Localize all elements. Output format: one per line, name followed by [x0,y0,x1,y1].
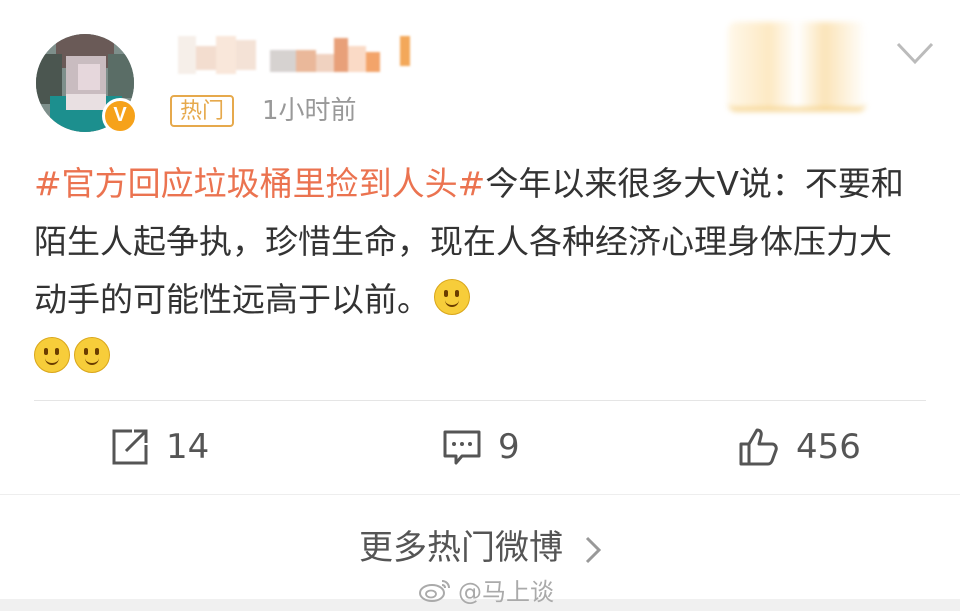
comment-button[interactable]: 9 [442,424,520,470]
comment-icon [443,430,481,465]
topic-link[interactable]: #官方回应垃圾桶里捡到人头# [34,164,485,203]
smile-emoji-icon [34,337,70,373]
like-count: 456 [796,427,861,467]
divider [34,400,926,401]
watermark: @马上谈 [418,572,554,607]
repost-icon [112,429,148,465]
watermark-text: @马上谈 [458,578,554,606]
post-text: #官方回应垃圾桶里捡到人头#今年以来很多大V说：不要和陌生人起争执，珍惜生命，现… [34,155,924,387]
verified-v-icon: V [102,98,138,134]
chevron-down-icon[interactable] [894,38,936,68]
repost-count: 14 [166,427,210,467]
repost-button[interactable]: 14 [110,424,209,470]
like-icon [739,428,778,466]
more-label: 更多热门微博 [359,528,563,568]
smile-emoji-icon [74,337,110,373]
post-time: 1小时前 [262,96,357,126]
chevron-right-icon [585,536,601,563]
divider [0,494,960,495]
smile-emoji-icon [434,279,470,315]
more-hot-weibo-link[interactable]: 更多热门微博 [0,524,960,572]
blurred-badge-image [728,22,866,111]
hot-tag[interactable]: 热门 [170,95,235,127]
comment-count: 9 [498,427,520,467]
weibo-logo-icon [419,579,450,602]
like-button[interactable]: 456 [738,424,861,470]
